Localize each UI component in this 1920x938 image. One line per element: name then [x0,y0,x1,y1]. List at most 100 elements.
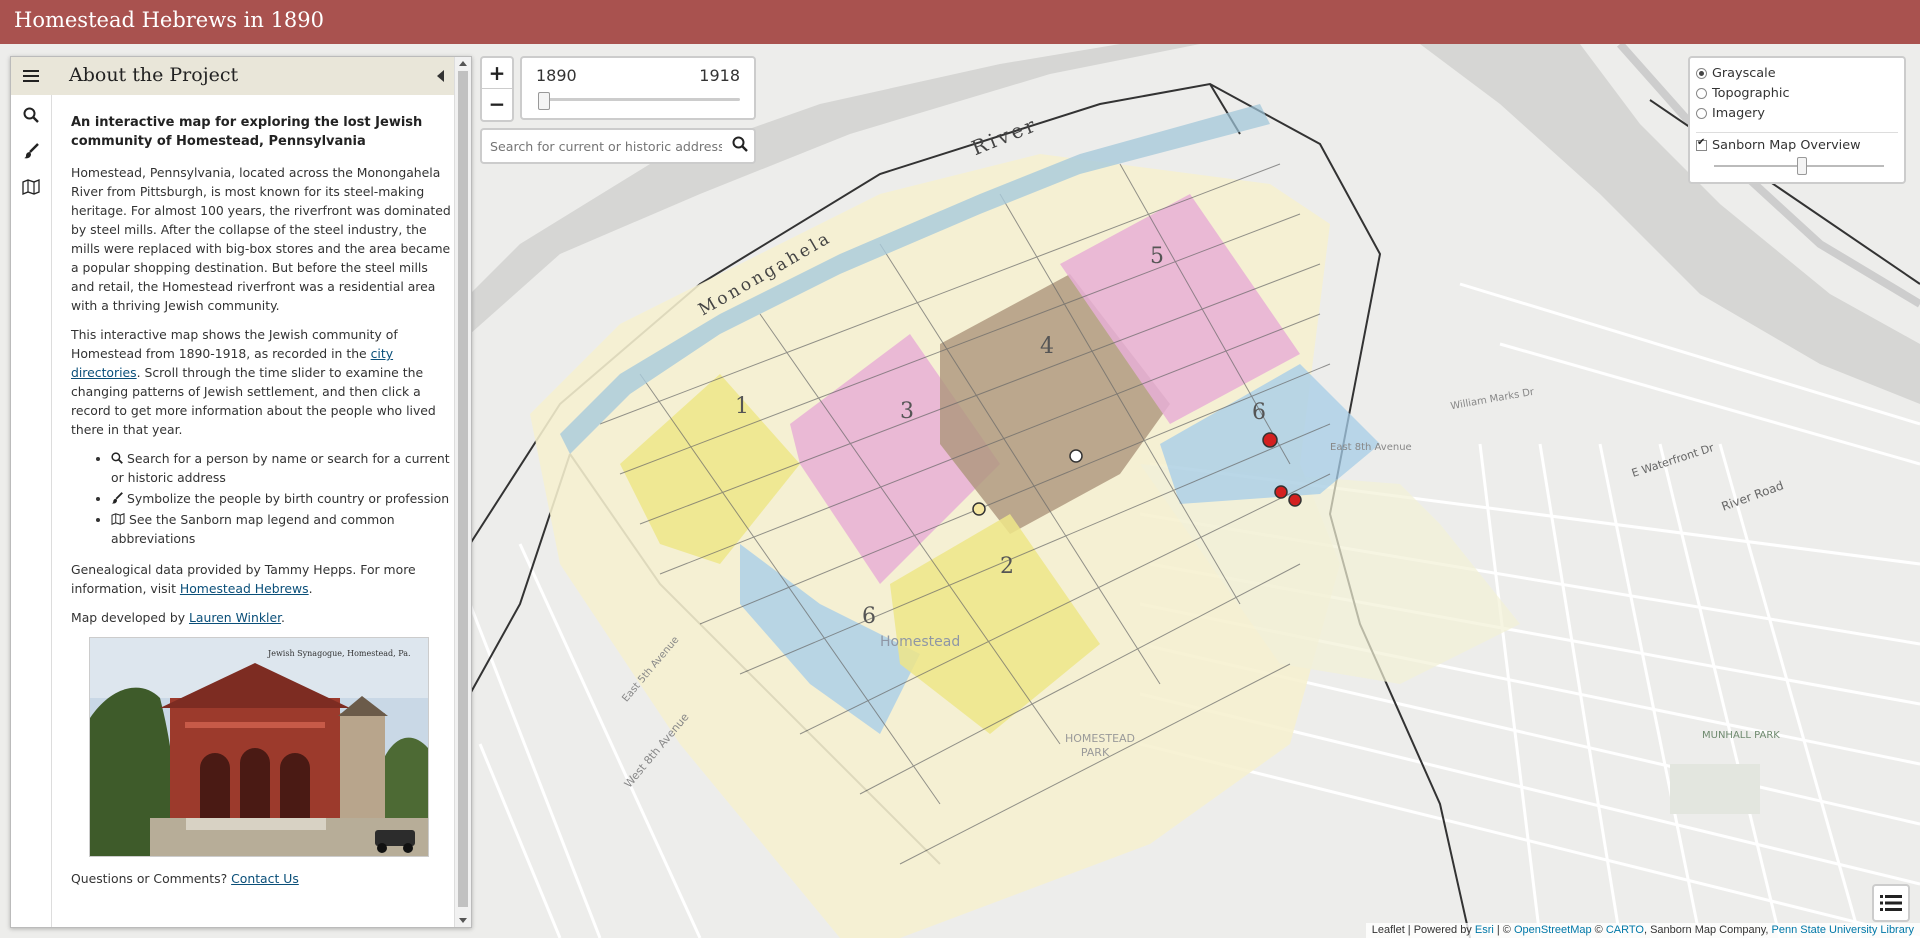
map-attribution: Leaflet | Powered by Esri | © OpenStreet… [1365,923,1920,938]
search-icon [23,107,39,123]
about-lead: An interactive map for exploring the los… [71,115,423,149]
paintbrush-icon [24,143,39,159]
map-label-e-8th: East 8th Avenue [1330,442,1412,453]
zoom-out-button[interactable]: − [482,89,512,119]
time-slider-start-label: 1890 [536,66,577,85]
search-icon [111,452,123,464]
text-span: This interactive map shows the Jewish co… [71,327,398,361]
text-span: Questions or Comments? [71,871,232,886]
hamburger-icon [23,70,39,82]
about-paragraph-2: This interactive map shows the Jewish co… [71,325,454,439]
attrib-text: | © [1493,924,1514,936]
app-title: Homestead Hebrews in 1890 [14,8,325,32]
map-label-homestead: Homestead [880,634,961,650]
attrib-text: © [1591,924,1606,936]
sanborn-block-label: 5 [1150,244,1164,269]
sanborn-block-label: 3 [900,399,914,424]
sanborn-block-label: 2 [1000,554,1014,579]
record-marker[interactable] [1274,485,1288,499]
attrib-esri[interactable]: Esri [1475,924,1494,936]
list-item: Search for a person by name or search fo… [111,449,454,487]
scroll-up-arrow-icon[interactable] [459,61,467,66]
legend-toggle-button[interactable] [1872,884,1910,922]
list-item-text: Search for a person by name or search fo… [111,451,450,485]
address-search-input[interactable] [488,134,724,158]
list-item-text: See the Sanborn map legend and common ab… [111,512,395,546]
map-icon [111,513,125,525]
attrib-text: | Powered by [1404,924,1475,936]
tab-legend[interactable] [11,169,51,205]
zoom-in-button[interactable]: + [482,58,512,89]
basemap-option-grayscale[interactable]: Grayscale [1696,64,1776,82]
homestead-hebrews-link[interactable]: Homestead Hebrews [180,581,309,596]
layer-label: Sanborn Map Overview [1712,137,1861,153]
layer-label: Imagery [1712,105,1765,121]
layer-divider [1696,132,1898,133]
list-item: Symbolize the people by birth country or… [111,489,454,508]
basemap-option-imagery[interactable]: Imagery [1696,104,1765,122]
time-slider-track[interactable] [538,98,740,101]
sidebar-tabs [11,57,52,927]
record-marker[interactable] [1262,432,1278,448]
collapse-sidebar-button[interactable] [437,70,444,82]
checkbox[interactable] [1696,137,1707,151]
pane-header: About the Project [51,57,454,95]
address-search [480,128,756,164]
list-icon [1880,895,1902,911]
postcard-illustration [90,638,428,856]
synagogue-postcard-image: Jewish Synagogue, Homestead, Pa. [89,637,429,857]
attrib-leaflet[interactable]: Leaflet [1372,924,1405,936]
tab-menu[interactable] [11,57,51,95]
sanborn-block-label: 6 [862,604,876,629]
overlay-opacity-handle[interactable] [1797,157,1807,175]
record-marker[interactable] [972,502,986,516]
contact-paragraph: Questions or Comments? Contact Us [71,869,454,888]
map-label-munhall-park: MUNHALL PARK [1702,730,1780,741]
map-label-homestead-park: HOMESTEAD PARK [1065,732,1136,759]
zoom-control: + − [480,56,514,122]
feature-list: Search for a person by name or search fo… [71,449,454,548]
text-span: . [281,610,285,625]
about-content: An interactive map for exploring the los… [51,95,454,927]
overlay-option-sanborn[interactable]: Sanborn Map Overview [1696,136,1861,154]
tab-search[interactable] [11,97,51,133]
time-slider-handle[interactable] [538,92,550,110]
layer-control: Grayscale Topographic Imagery Sanborn Ma… [1688,56,1906,184]
layer-label: Topographic [1712,85,1790,101]
text-span: Map developed by [71,610,189,625]
attrib-psu[interactable]: Penn State University Library [1772,924,1914,936]
credit-paragraph: Genealogical data provided by Tammy Hepp… [71,560,454,598]
developer-link[interactable]: Lauren Winkler [189,610,281,625]
park-area [1670,764,1760,814]
sanborn-block-label: 6 [1252,400,1266,425]
attrib-osm[interactable]: OpenStreetMap [1514,924,1592,936]
radio-button[interactable] [1696,87,1707,99]
sanborn-block-label: 4 [1040,334,1054,359]
tab-symbolize[interactable] [11,133,51,169]
app-header: Homestead Hebrews in 1890 [0,0,1920,44]
postcard-caption: Jewish Synagogue, Homestead, Pa. [268,649,411,658]
scroll-down-arrow-icon[interactable] [459,918,467,923]
paintbrush-icon [111,492,123,504]
sidebar-scrollbar[interactable] [454,57,471,927]
list-item: See the Sanborn map legend and common ab… [111,510,454,548]
scrollbar-thumb[interactable] [458,71,468,907]
search-icon[interactable] [732,136,748,152]
time-slider-panel: 1890 1918 [520,56,756,120]
radio-button[interactable] [1696,67,1707,79]
sidebar: About the Project An interactive map for… [10,56,472,928]
pane-title: About the Project [69,64,239,86]
contact-us-link[interactable]: Contact Us [231,871,299,886]
record-marker[interactable] [1069,449,1083,463]
record-marker[interactable] [1288,493,1302,507]
layer-label: Grayscale [1712,65,1776,81]
map-icon [22,179,40,195]
attrib-carto[interactable]: CARTO [1606,924,1644,936]
radio-button[interactable] [1696,107,1707,119]
sanborn-block-label: 1 [735,394,749,419]
time-slider-end-label: 1918 [699,66,740,85]
developer-paragraph: Map developed by Lauren Winkler. [71,608,454,627]
basemap-option-topographic[interactable]: Topographic [1696,84,1789,102]
list-item-text: Symbolize the people by birth country or… [127,491,450,506]
about-paragraph: Homestead, Pennsylvania, located across … [71,165,451,313]
